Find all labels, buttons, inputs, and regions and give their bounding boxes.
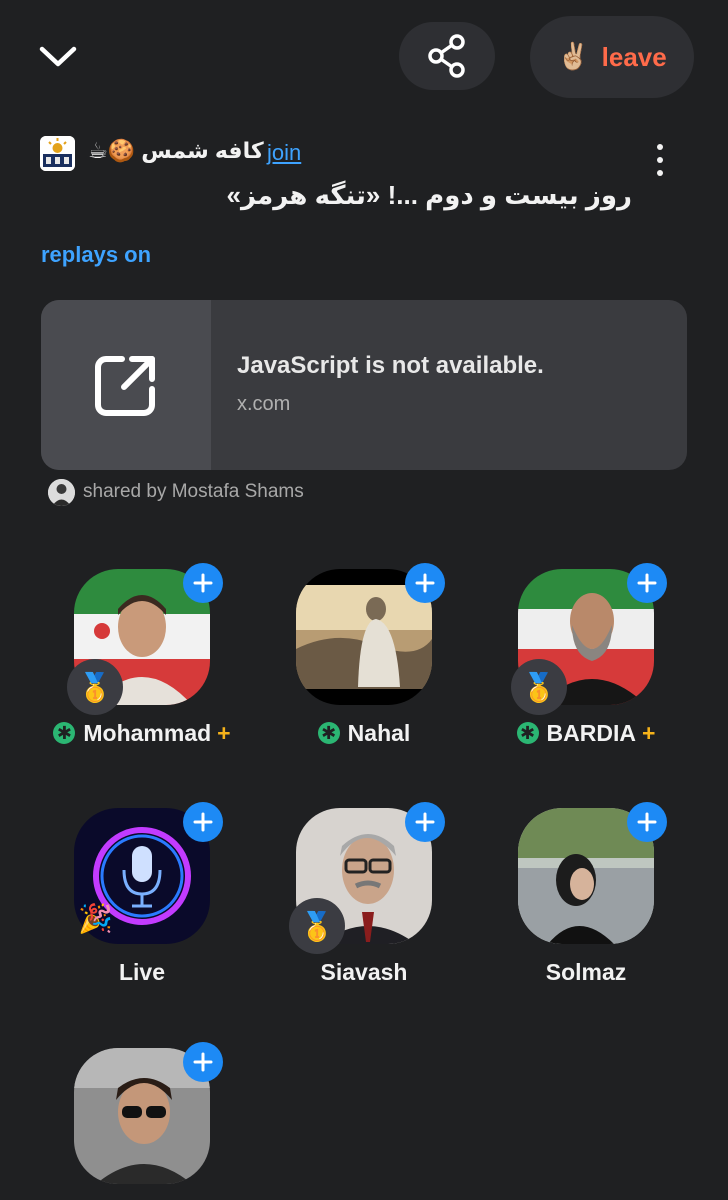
chevron-down-icon: [39, 46, 77, 67]
speaker-name: ✱ BARDIA +: [486, 720, 686, 747]
speaker-name: Solmaz: [545, 959, 627, 985]
moderator-icon: ✱: [53, 722, 76, 744]
party-popper-icon: 🎉: [78, 903, 113, 934]
plus-icon[interactable]: [627, 563, 667, 603]
top-bar: ✌🏼 leave: [0, 0, 728, 110]
kebab-menu-icon[interactable]: [648, 140, 672, 180]
speaker-tile[interactable]: 🎉 Live: [42, 784, 242, 985]
plus-icon[interactable]: [183, 802, 223, 842]
room-header: کافه شمس 🍪☕ join: [40, 134, 640, 174]
share-icon: [428, 34, 465, 78]
club-name[interactable]: کافه شمس 🍪☕: [88, 138, 264, 164]
plus-icon[interactable]: [183, 1042, 223, 1082]
plus-icon[interactable]: [627, 802, 667, 842]
speaker-tile[interactable]: ✱ Nahal: [264, 545, 464, 747]
shared-link-card[interactable]: JavaScript is not available. x.com: [41, 300, 687, 470]
replays-status[interactable]: replays on: [41, 242, 151, 268]
join-link[interactable]: join: [267, 140, 301, 166]
share-button[interactable]: [399, 22, 495, 90]
link-thumbnail: [41, 300, 211, 470]
moderator-icon: ✱: [317, 722, 340, 744]
peace-hand-icon: ✌🏼: [557, 42, 590, 72]
speaker-tile[interactable]: 🥇 Siavash: [264, 784, 464, 985]
speaker-tile[interactable]: 🥇 ✱ Mohammad +: [42, 545, 242, 747]
room-title: روز بیست و دوم ...! «تنگه هرمز»: [226, 180, 632, 210]
collapse-button[interactable]: [34, 33, 82, 81]
plus-icon[interactable]: [405, 563, 445, 603]
link-domain: x.com: [237, 393, 291, 415]
link-title: JavaScript is not available.: [237, 352, 544, 379]
speaker-name: ✱ Mohammad +: [42, 720, 242, 747]
speaker-name: ✱ Nahal: [264, 720, 464, 747]
shared-by-row: shared by Mostafa Shams: [48, 478, 304, 506]
leave-label: leave: [601, 41, 667, 72]
club-logo-image: [40, 136, 75, 171]
medal-icon: 🥇: [67, 659, 123, 715]
plus-badge: +: [217, 720, 231, 746]
medal-icon: 🥇: [289, 898, 345, 954]
external-link-icon: [95, 356, 155, 416]
plus-icon[interactable]: [183, 563, 223, 603]
shared-by-text: shared by Mostafa Shams: [83, 481, 304, 502]
speaker-name: Siavash: [320, 959, 408, 985]
medal-icon: 🥇: [511, 659, 567, 715]
club-logo[interactable]: [40, 136, 75, 171]
speaker-tile[interactable]: Solmaz: [486, 784, 686, 985]
leave-button[interactable]: ✌🏼 leave: [530, 16, 694, 98]
plus-icon[interactable]: [405, 802, 445, 842]
avatar: [48, 478, 75, 506]
speaker-tile[interactable]: 🥇 ✱ BARDIA +: [486, 545, 686, 747]
speaker-name: Live: [118, 959, 166, 985]
plus-badge: +: [642, 720, 656, 746]
moderator-icon: ✱: [516, 722, 539, 744]
speaker-tile[interactable]: [42, 1024, 242, 1200]
